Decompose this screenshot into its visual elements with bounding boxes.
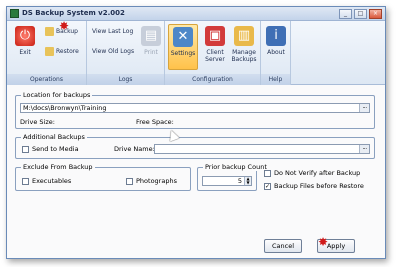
configuration-group: ✕ Settings ▣ Client Server ▥ Manage Back… — [165, 21, 261, 85]
view-old-logs-button[interactable]: View Old Logs — [92, 46, 134, 58]
location-panel: Location for backups M:\docs\Bronwyn\Tra… — [15, 91, 375, 129]
additional-backups-panel: Additional Backups Send to Media Drive N… — [15, 133, 375, 159]
configuration-caption: Configuration — [165, 74, 260, 85]
app-icon — [10, 9, 19, 18]
print-label: Print — [144, 49, 158, 56]
view-old-logs-label: View Old Logs — [92, 48, 135, 55]
location-path-value: M:\docs\Bronwyn\Training — [23, 104, 107, 112]
spinner-arrows-icon[interactable]: ▲ ▼ — [244, 177, 251, 185]
logs-group: View Last Log View Old Logs ▤ Print Logs — [87, 21, 165, 85]
minimize-button[interactable]: _ — [339, 9, 352, 19]
restore-folder-icon — [45, 47, 54, 56]
app-window: DS Backup System v2.002 _ □ × ⏻ Exit Bac… — [6, 6, 386, 259]
exclude-panel: Exclude From Backup Executables Photogra… — [15, 163, 191, 191]
view-last-log-label: View Last Log — [92, 28, 134, 35]
server-icon: ▣ — [205, 26, 225, 46]
do-not-verify-checkbox[interactable] — [264, 170, 271, 177]
prior-backup-spinner[interactable]: 5 ▲ ▼ — [202, 176, 252, 186]
backup-before-restore-checkbox[interactable]: ✓ — [264, 183, 271, 190]
maximize-button[interactable]: □ — [354, 9, 367, 19]
exclude-label: Exclude From Backup — [21, 163, 95, 171]
settings-content: Location for backups M:\docs\Bronwyn\Tra… — [7, 85, 385, 258]
click-marker-icon: ✸ — [59, 19, 70, 33]
operations-group: ⏻ Exit Backup ✸ Restore Operations — [7, 19, 87, 85]
free-space-label: Free Space: — [136, 118, 174, 126]
photographs-label: Photographs — [136, 177, 177, 185]
power-icon: ⏻ — [15, 26, 35, 46]
ribbon: ⏻ Exit Backup ✸ Restore Operations View … — [7, 19, 385, 85]
logs-caption: Logs — [87, 74, 164, 85]
additional-backups-label: Additional Backups — [21, 133, 87, 141]
photographs-checkbox[interactable] — [126, 178, 133, 185]
drive-name-browse-button[interactable]: ... — [359, 145, 369, 153]
folder-stack-icon: ▥ — [234, 26, 254, 46]
apply-click-marker-icon: ✸ — [318, 235, 329, 249]
drive-name-label: Drive Name: — [114, 145, 155, 153]
send-to-media-checkbox[interactable] — [22, 146, 29, 153]
restore-label: Restore — [56, 48, 79, 55]
executables-label: Executables — [32, 177, 72, 185]
print-button[interactable]: ▤ Print — [136, 24, 166, 70]
printer-icon: ▤ — [141, 26, 161, 46]
location-label: Location for backups — [21, 91, 93, 99]
settings-button[interactable]: ✕ Settings — [168, 24, 198, 70]
exit-label: Exit — [19, 49, 31, 56]
executables-checkbox[interactable] — [22, 178, 29, 185]
manage-backups-label: Manage Backups — [231, 49, 257, 63]
exit-button[interactable]: ⏻ Exit — [10, 24, 40, 70]
prior-backup-value: 5 — [237, 177, 242, 185]
tools-icon: ✕ — [173, 27, 193, 47]
do-not-verify-label: Do Not Verify after Backup — [274, 169, 361, 177]
backup-before-restore-label: Backup Files before Restore — [274, 182, 364, 190]
about-label: About — [267, 49, 285, 56]
restore-button[interactable]: Restore — [45, 46, 79, 58]
manage-backups-button[interactable]: ▥ Manage Backups — [229, 24, 259, 70]
about-button[interactable]: i About — [261, 24, 291, 70]
location-path-input[interactable]: M:\docs\Bronwyn\Training ... — [20, 103, 370, 113]
window-title: DS Backup System v2.002 — [22, 9, 125, 17]
send-to-media-label: Send to Media — [32, 145, 79, 153]
view-last-log-button[interactable]: View Last Log — [92, 26, 133, 38]
help-caption: Help — [261, 74, 290, 85]
location-browse-button[interactable]: ... — [359, 104, 369, 112]
cancel-button[interactable]: Cancel — [264, 239, 302, 253]
help-group: i About Help — [261, 21, 291, 85]
drive-size-label: Drive Size: — [20, 118, 55, 126]
client-server-button[interactable]: ▣ Client Server — [200, 24, 230, 70]
client-server-label: Client Server — [205, 49, 225, 63]
drive-name-input[interactable]: ... — [154, 144, 370, 154]
info-icon: i — [266, 26, 286, 46]
prior-backup-label: Prior backup Count — [203, 163, 269, 171]
operations-caption: Operations — [7, 74, 86, 85]
prior-backup-panel: Prior backup Count 5 ▲ ▼ — [197, 163, 269, 191]
close-button[interactable]: × — [369, 9, 382, 19]
settings-label: Settings — [170, 50, 196, 57]
folder-icon — [45, 27, 54, 36]
